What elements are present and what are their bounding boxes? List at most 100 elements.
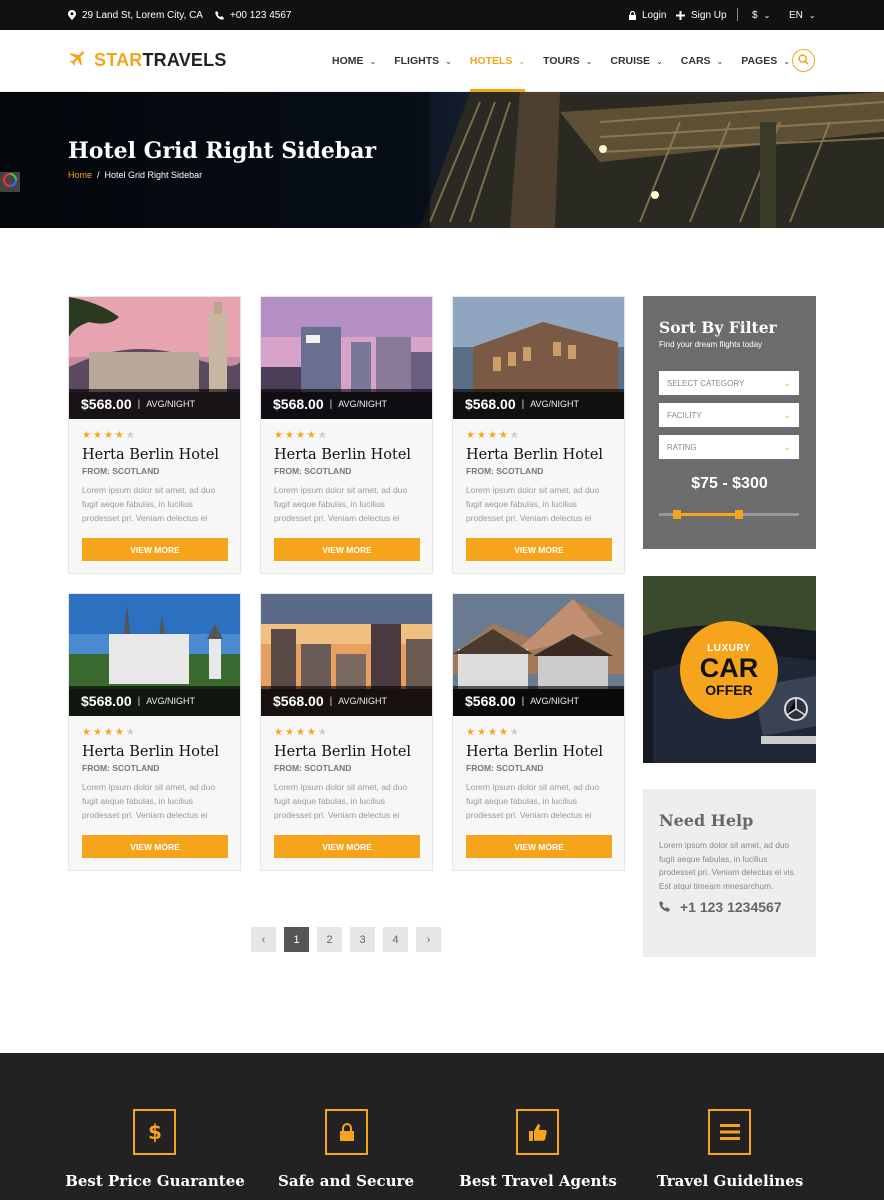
offer-line-1: LUXURY [707, 642, 751, 654]
view-more-button[interactable]: VIEW MORE [274, 835, 420, 858]
nav-home[interactable]: HOME ⌄ [332, 30, 376, 92]
chevron-down-icon: ⌄ [445, 56, 452, 66]
nav-cars-label: CARS [680, 55, 711, 67]
chevron-down-icon: ⌄ [783, 56, 790, 66]
nav-flights[interactable]: FLIGHTS ⌄ [394, 30, 452, 92]
facility-select[interactable]: FACILITY ⌄ [659, 403, 799, 427]
hotel-price: $568.00 [273, 693, 324, 709]
language-select[interactable]: EN ⌄ [789, 0, 816, 30]
star-icon: ★ [103, 430, 113, 441]
signup-link[interactable]: Sign Up [676, 0, 727, 30]
nav-cruise[interactable]: CRUISE ⌄ [610, 30, 662, 92]
star-icon: ★ [295, 430, 305, 441]
pagination-page-2[interactable]: 2 [317, 927, 342, 952]
price-unit: AVG/NIGHT [338, 696, 388, 706]
star-icon: ★ [92, 430, 102, 441]
nav-pages-label: PAGES [741, 55, 778, 67]
main-header: STARTRAVELS HOME ⌄ FLIGHTS ⌄ HOTELS ⌄ TOURS… [0, 30, 884, 92]
nav-cruise-label: CRUISE [610, 55, 651, 67]
star-icon: ★ [82, 430, 91, 441]
view-more-button[interactable]: VIEW MORE [82, 835, 228, 858]
nav-cars[interactable]: CARS ⌄ [681, 30, 723, 92]
price-unit: AVG/NIGHT [338, 399, 388, 409]
nav-tours[interactable]: TOURS ⌄ [543, 30, 592, 92]
hotel-description: Lorem ipsum dolor sit amet, ad duo fugit… [466, 782, 600, 820]
pagination-page-3[interactable]: 3 [350, 927, 375, 952]
help-text: Lorem ipsum dolor sit amet, ad duo fugit… [659, 840, 796, 891]
star-icon: ★ [306, 430, 316, 441]
currency-value: $ [752, 9, 758, 21]
category-select[interactable]: SELECT CATEGORY ⌄ [659, 371, 799, 395]
logo-star: STAR [94, 50, 143, 70]
view-more-button[interactable]: VIEW MORE [466, 538, 612, 561]
star-icon: ★ [295, 727, 305, 738]
slider-handle-min[interactable] [673, 510, 682, 519]
hotel-price: $568.00 [465, 396, 516, 412]
view-more-button[interactable]: VIEW MORE [82, 538, 228, 561]
pagination-page-1[interactable]: 1 [284, 927, 309, 952]
signup-label: Sign Up [691, 9, 727, 21]
breadcrumb-current: Hotel Grid Right Sidebar [104, 170, 203, 180]
divider [737, 8, 738, 21]
star-icon: ★ [476, 727, 486, 738]
offer-badge: LUXURY CAR OFFER [680, 621, 778, 719]
nav-hotels[interactable]: HOTELS ⌄ [469, 30, 526, 92]
slider-handle-max[interactable] [734, 510, 743, 519]
star-icon: ★ [306, 727, 316, 738]
breadcrumb-home[interactable]: Home [68, 170, 92, 180]
hotel-name[interactable]: Herta Berlin Hotel [274, 447, 411, 463]
star-icon: ★ [317, 727, 327, 738]
hotel-location: FROM: SCOTLAND [466, 763, 544, 773]
svg-text:$: $ [148, 1120, 162, 1144]
star-icon: ★ [92, 727, 102, 738]
pagination-prev[interactable]: ‹ [251, 927, 276, 952]
help-phone-number: +1 123 1234567 [680, 899, 782, 915]
star-rating: ★ ★ ★ ★ ★ [82, 431, 135, 441]
help-phone[interactable]: +1 123 1234567 [659, 899, 782, 915]
pagination-page-4[interactable]: 4 [383, 927, 408, 952]
rating-select[interactable]: RATING ⌄ [659, 435, 799, 459]
offer-line-2: CAR [699, 652, 759, 683]
phone-info: +00 123 4567 [215, 0, 291, 30]
hotel-card: $568.00 | AVG/NIGHT ★ ★ ★ ★ ★ Herta Berlin Hotel… [260, 296, 433, 574]
hotel-name[interactable]: Herta Berlin Hotel [466, 744, 603, 760]
hotel-name[interactable]: Herta Berlin Hotel [466, 447, 603, 463]
luxury-car-offer-banner[interactable]: LUXURY CAR OFFER [643, 576, 816, 763]
star-icon: ★ [317, 430, 327, 441]
site-logo[interactable]: STARTRAVELS [68, 48, 227, 73]
star-icon: ★ [114, 727, 124, 738]
star-icon: ★ [114, 430, 124, 441]
hotel-location: FROM: SCOTLAND [274, 763, 352, 773]
hotel-name[interactable]: Herta Berlin Hotel [274, 744, 411, 760]
color-switcher-widget[interactable] [0, 172, 20, 192]
currency-select[interactable]: $ ⌄ [752, 0, 770, 30]
chevron-down-icon: ⌄ [656, 56, 663, 66]
login-link[interactable]: Login [629, 0, 666, 30]
feature-title-travel-agents: Best Travel Agents [459, 1172, 617, 1190]
hotel-location: FROM: SCOTLAND [466, 466, 544, 476]
search-button[interactable] [792, 49, 815, 72]
star-icon: ★ [498, 430, 508, 441]
breadcrumb-separator: / [97, 170, 100, 180]
hotel-name[interactable]: Herta Berlin Hotel [82, 744, 219, 760]
star-rating: ★ ★ ★ ★ ★ [466, 431, 519, 441]
page-number: 4 [392, 933, 399, 946]
chevron-down-icon: ⌄ [518, 56, 526, 66]
chevron-down-icon: ⌄ [585, 56, 593, 66]
price-range-slider[interactable] [659, 510, 799, 519]
need-help-panel: Need Help Lorem ipsum dolor sit amet, ad… [643, 789, 816, 957]
star-icon: ★ [466, 430, 475, 441]
view-more-button[interactable]: VIEW MORE [466, 835, 612, 858]
lock-icon [325, 1109, 368, 1155]
view-more-button[interactable]: VIEW MORE [274, 538, 420, 561]
address-text: 29 Land St, Lorem City, CA [82, 9, 203, 21]
chevron-right-icon: › [426, 933, 431, 946]
star-icon: ★ [509, 430, 519, 441]
feature-title-travel-guidelines: Travel Guidelines [656, 1172, 804, 1190]
nav-pages[interactable]: PAGES ⌄ [741, 30, 790, 92]
filter-title: Sort By Filter [659, 318, 777, 337]
hotel-name[interactable]: Herta Berlin Hotel [82, 447, 219, 463]
logo-travels: TRAVELS [142, 50, 227, 70]
chevron-down-icon: ⌄ [783, 377, 791, 388]
pagination-next[interactable]: › [416, 927, 441, 952]
